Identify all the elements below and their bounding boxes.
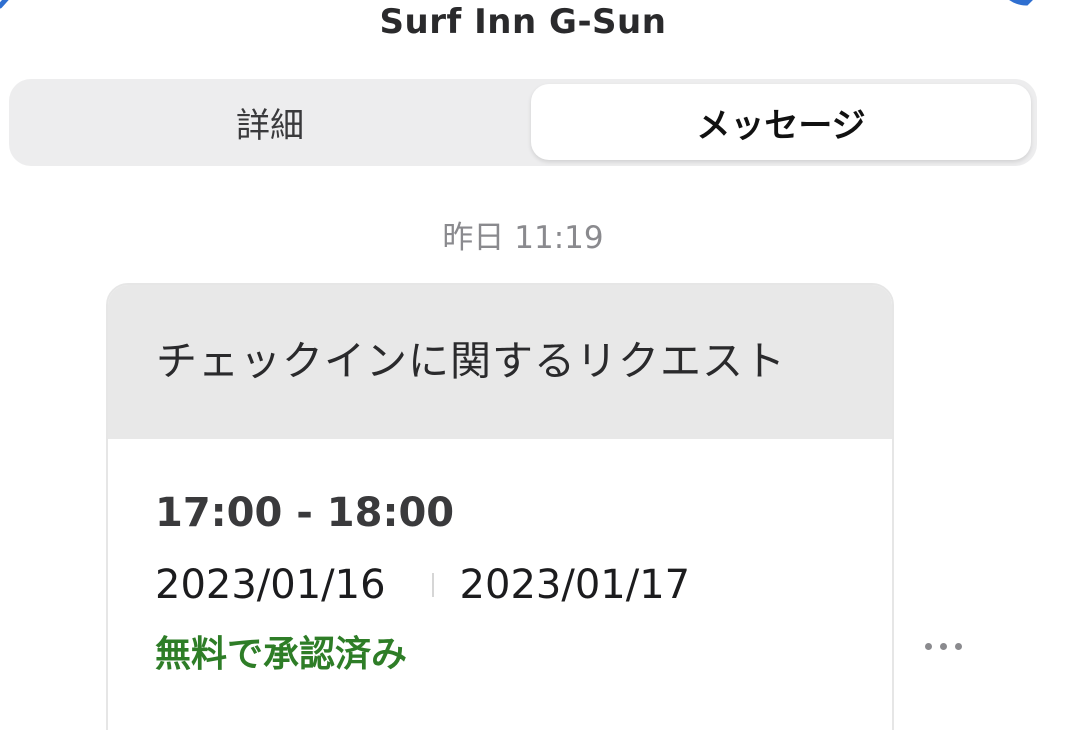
status-badge: 無料で承認済み: [155, 634, 408, 675]
more-dot: [954, 642, 962, 650]
card-body: 17:00 - 18:00 2023/01/16 2023/01/17 無料で承…: [108, 489, 892, 677]
card-header: チェックインに関するリクエスト: [108, 285, 892, 439]
page-title: Surf Inn G-Sun: [379, 2, 667, 42]
checkin-time-range: 17:00 - 18:00: [155, 490, 455, 536]
tab-messages[interactable]: メッセージ: [531, 84, 1031, 160]
more-dot: [939, 642, 947, 650]
more-dot: [924, 642, 932, 650]
checkout-date: 2023/01/17: [459, 562, 691, 608]
checkin-request-card[interactable]: チェックインに関するリクエスト 17:00 - 18:00 2023/01/16…: [106, 283, 894, 730]
card-title: チェックインに関するリクエスト: [156, 337, 786, 385]
phone-icon[interactable]: [994, 0, 1038, 20]
segmented-control: 詳細 メッセージ: [9, 79, 1037, 166]
tab-details-label: 詳細: [236, 105, 304, 146]
message-screen: Surf Inn G-Sun 詳細 メッセージ 昨日 11:19 チェックインに…: [0, 0, 1086, 730]
message-timestamp: 昨日 11:19: [442, 220, 604, 256]
checkin-date: 2023/01/16: [155, 562, 386, 608]
tab-details[interactable]: 詳細: [15, 84, 525, 160]
navigation-bar: Surf Inn G-Sun: [0, 0, 1086, 60]
date-range: 2023/01/16 2023/01/17: [155, 561, 892, 609]
tab-messages-label: メッセージ: [696, 105, 866, 146]
more-horizontal-icon[interactable]: [910, 628, 976, 664]
date-separator: [431, 573, 434, 597]
